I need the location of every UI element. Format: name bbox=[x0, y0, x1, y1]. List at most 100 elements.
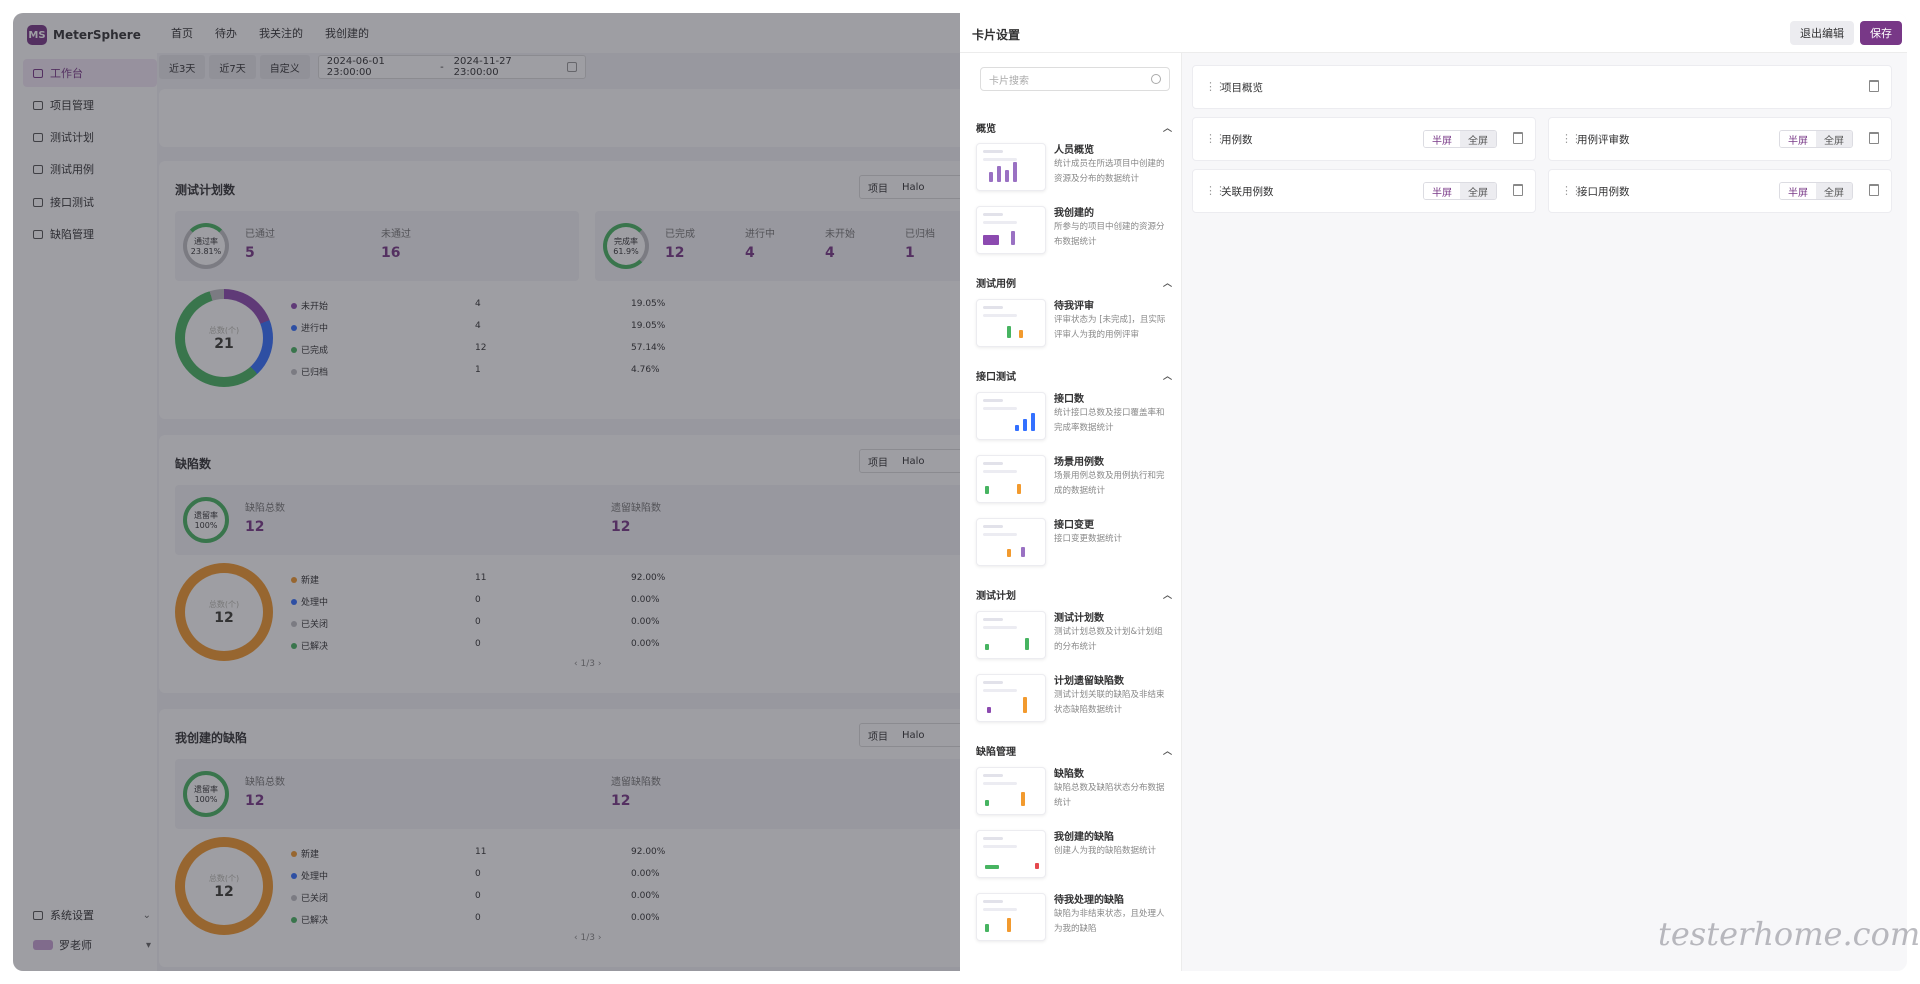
item-title: 测试计划数 bbox=[1054, 613, 1104, 624]
layout-card-review-count[interactable]: ⋮⋮ 用例评审数 半屏 全屏 bbox=[1548, 117, 1892, 161]
full-screen-option[interactable]: 全屏 bbox=[1816, 183, 1852, 199]
save-button[interactable]: 保存 bbox=[1860, 21, 1902, 45]
card-layout-area: ⋮⋮ 项目概览 ⋮⋮ 用例数 半屏 全屏 ⋮⋮ 用例评审数 半屏 全屏 ⋮⋮ 关联用… bbox=[1182, 53, 1907, 971]
modal-mask[interactable] bbox=[13, 13, 973, 971]
layout-card-name: 关联用例数 bbox=[1221, 186, 1274, 198]
half-screen-option[interactable]: 半屏 bbox=[1424, 131, 1460, 147]
item-title: 缺陷数 bbox=[1054, 769, 1084, 780]
delete-icon[interactable] bbox=[1869, 80, 1879, 92]
half-screen-option[interactable]: 半屏 bbox=[1424, 183, 1460, 199]
donut-value: 12 bbox=[214, 609, 234, 626]
delete-icon[interactable] bbox=[1513, 132, 1523, 144]
card-thumbnail bbox=[976, 893, 1046, 941]
library-item[interactable]: 待我评审评审状态为 [未完成]，且实际评审人为我的用例评审 bbox=[976, 295, 1172, 351]
section-title: 缺陷管理 bbox=[976, 746, 1016, 758]
layout-card-associated-cases[interactable]: ⋮⋮ 关联用例数 半屏 全屏 bbox=[1192, 169, 1536, 213]
item-desc: 缺陷总数及缺陷状态分布数据统计 bbox=[1054, 783, 1165, 808]
item-desc: 统计接口总数及接口覆盖率和完成率数据统计 bbox=[1054, 408, 1165, 433]
item-desc: 创建人为我的缺陷数据统计 bbox=[1054, 846, 1157, 856]
app-window: MS MeterSphere 工作台 项目管理 测试计划 测试用例 接口测试 缺… bbox=[13, 13, 1907, 971]
watermark: testerhome.com bbox=[1658, 915, 1920, 953]
card-search-input[interactable]: 卡片搜索 bbox=[980, 67, 1170, 91]
size-toggle[interactable]: 半屏 全屏 bbox=[1423, 182, 1497, 200]
section-test-case[interactable]: 测试用例 ︿ bbox=[976, 272, 1172, 292]
card-thumbnail bbox=[976, 611, 1046, 659]
item-desc: 统计成员在所选项目中创建的资源及分布的数据统计 bbox=[1054, 159, 1165, 184]
donut-value: 12 bbox=[214, 883, 234, 900]
search-icon bbox=[1151, 74, 1161, 84]
search-placeholder: 卡片搜索 bbox=[989, 75, 1029, 87]
item-desc: 测试计划关联的缺陷及非结束状态缺陷数据统计 bbox=[1054, 690, 1165, 715]
card-settings-drawer: 卡片设置 退出编辑 保存 卡片搜索 概览 ︿ 人员概览统计成员在所选项目中创建的资… bbox=[960, 13, 1907, 971]
library-item[interactable]: 测试计划数测试计划总数及计划&计划组的分布统计 bbox=[976, 607, 1172, 663]
item-desc: 评审状态为 [未完成]，且实际评审人为我的用例评审 bbox=[1054, 315, 1166, 340]
section-overview[interactable]: 概览 ︿ bbox=[976, 117, 1172, 137]
library-item[interactable]: 待我处理的缺陷缺陷为非结束状态，且处理人为我的缺陷 bbox=[976, 889, 1172, 945]
layout-card-case-count[interactable]: ⋮⋮ 用例数 半屏 全屏 bbox=[1192, 117, 1536, 161]
donut-value: 21 bbox=[214, 335, 234, 352]
item-title: 接口变更 bbox=[1054, 520, 1094, 531]
delete-icon[interactable] bbox=[1869, 184, 1879, 196]
full-screen-option[interactable]: 全屏 bbox=[1460, 183, 1496, 199]
card-thumbnail bbox=[976, 830, 1046, 878]
item-desc: 场景用例总数及用例执行和完成的数据统计 bbox=[1054, 471, 1165, 496]
section-api-test[interactable]: 接口测试 ︿ bbox=[976, 365, 1172, 385]
item-desc: 所参与的项目中创建的资源分布数据统计 bbox=[1054, 222, 1165, 247]
card-thumbnail bbox=[976, 143, 1046, 191]
card-thumbnail bbox=[976, 299, 1046, 347]
library-item[interactable]: 人员概览统计成员在所选项目中创建的资源及分布的数据统计 bbox=[976, 139, 1172, 195]
full-screen-option[interactable]: 全屏 bbox=[1460, 131, 1496, 147]
item-desc: 接口变更数据统计 bbox=[1054, 534, 1123, 544]
library-item[interactable]: 计划遗留缺陷数测试计划关联的缺陷及非结束状态缺陷数据统计 bbox=[976, 670, 1172, 726]
donut-label: 总数(个) bbox=[208, 325, 240, 335]
item-title: 计划遗留缺陷数 bbox=[1054, 676, 1124, 687]
exit-edit-button[interactable]: 退出编辑 bbox=[1790, 21, 1854, 45]
card-thumbnail bbox=[976, 392, 1046, 440]
size-toggle[interactable]: 半屏 全屏 bbox=[1779, 182, 1853, 200]
layout-card-name: 用例数 bbox=[1221, 134, 1253, 146]
library-item[interactable]: 缺陷数缺陷总数及缺陷状态分布数据统计 bbox=[976, 763, 1172, 819]
chevron-up-icon: ︿ bbox=[1162, 278, 1172, 289]
card-thumbnail bbox=[976, 206, 1046, 254]
half-screen-option[interactable]: 半屏 bbox=[1780, 183, 1816, 199]
size-toggle[interactable]: 半屏 全屏 bbox=[1779, 130, 1853, 148]
full-screen-option[interactable]: 全屏 bbox=[1816, 131, 1852, 147]
layout-card-api-cases[interactable]: ⋮⋮ 接口用例数 半屏 全屏 bbox=[1548, 169, 1892, 213]
delete-icon[interactable] bbox=[1513, 184, 1523, 196]
card-thumbnail bbox=[976, 767, 1046, 815]
half-screen-option[interactable]: 半屏 bbox=[1780, 131, 1816, 147]
item-desc: 缺陷为非结束状态，且处理人为我的缺陷 bbox=[1054, 909, 1165, 934]
item-desc: 测试计划总数及计划&计划组的分布统计 bbox=[1054, 627, 1163, 652]
layout-card-project-overview[interactable]: ⋮⋮ 项目概览 bbox=[1192, 65, 1892, 109]
size-toggle[interactable]: 半屏 全屏 bbox=[1423, 130, 1497, 148]
item-title: 待我评审 bbox=[1054, 301, 1094, 312]
donut-label: 总数(个) bbox=[208, 599, 240, 609]
drawer-title: 卡片设置 bbox=[972, 28, 1021, 42]
library-item[interactable]: 我创建的缺陷创建人为我的缺陷数据统计 bbox=[976, 826, 1172, 882]
section-title: 测试计划 bbox=[976, 590, 1016, 602]
card-thumbnail bbox=[976, 455, 1046, 503]
item-title: 我创建的缺陷 bbox=[1054, 832, 1114, 843]
library-item[interactable]: 接口变更接口变更数据统计 bbox=[976, 514, 1172, 570]
delete-icon[interactable] bbox=[1869, 132, 1879, 144]
library-item[interactable]: 我创建的所参与的项目中创建的资源分布数据统计 bbox=[976, 202, 1172, 258]
donut-label: 总数(个) bbox=[208, 873, 240, 883]
library-item[interactable]: 场景用例数场景用例总数及用例执行和完成的数据统计 bbox=[976, 451, 1172, 507]
card-library: 卡片搜索 概览 ︿ 人员概览统计成员在所选项目中创建的资源及分布的数据统计 我创建… bbox=[960, 53, 1182, 971]
section-bug-management[interactable]: 缺陷管理 ︿ bbox=[976, 740, 1172, 760]
item-title: 接口数 bbox=[1054, 394, 1084, 405]
library-item[interactable]: 接口数统计接口总数及接口覆盖率和完成率数据统计 bbox=[976, 388, 1172, 444]
drawer-header: 卡片设置 退出编辑 保存 bbox=[960, 13, 1907, 53]
layout-card-name: 用例评审数 bbox=[1577, 134, 1630, 146]
chevron-up-icon: ︿ bbox=[1162, 123, 1172, 134]
chevron-up-icon: ︿ bbox=[1162, 590, 1172, 601]
chevron-up-icon: ︿ bbox=[1162, 746, 1172, 757]
item-title: 我创建的 bbox=[1054, 208, 1094, 219]
section-test-plan[interactable]: 测试计划 ︿ bbox=[976, 584, 1172, 604]
item-title: 待我处理的缺陷 bbox=[1054, 895, 1124, 906]
card-thumbnail bbox=[976, 674, 1046, 722]
item-title: 场景用例数 bbox=[1054, 457, 1104, 468]
item-title: 人员概览 bbox=[1054, 145, 1094, 156]
layout-card-name: 项目概览 bbox=[1221, 82, 1263, 94]
section-title: 测试用例 bbox=[976, 278, 1016, 290]
